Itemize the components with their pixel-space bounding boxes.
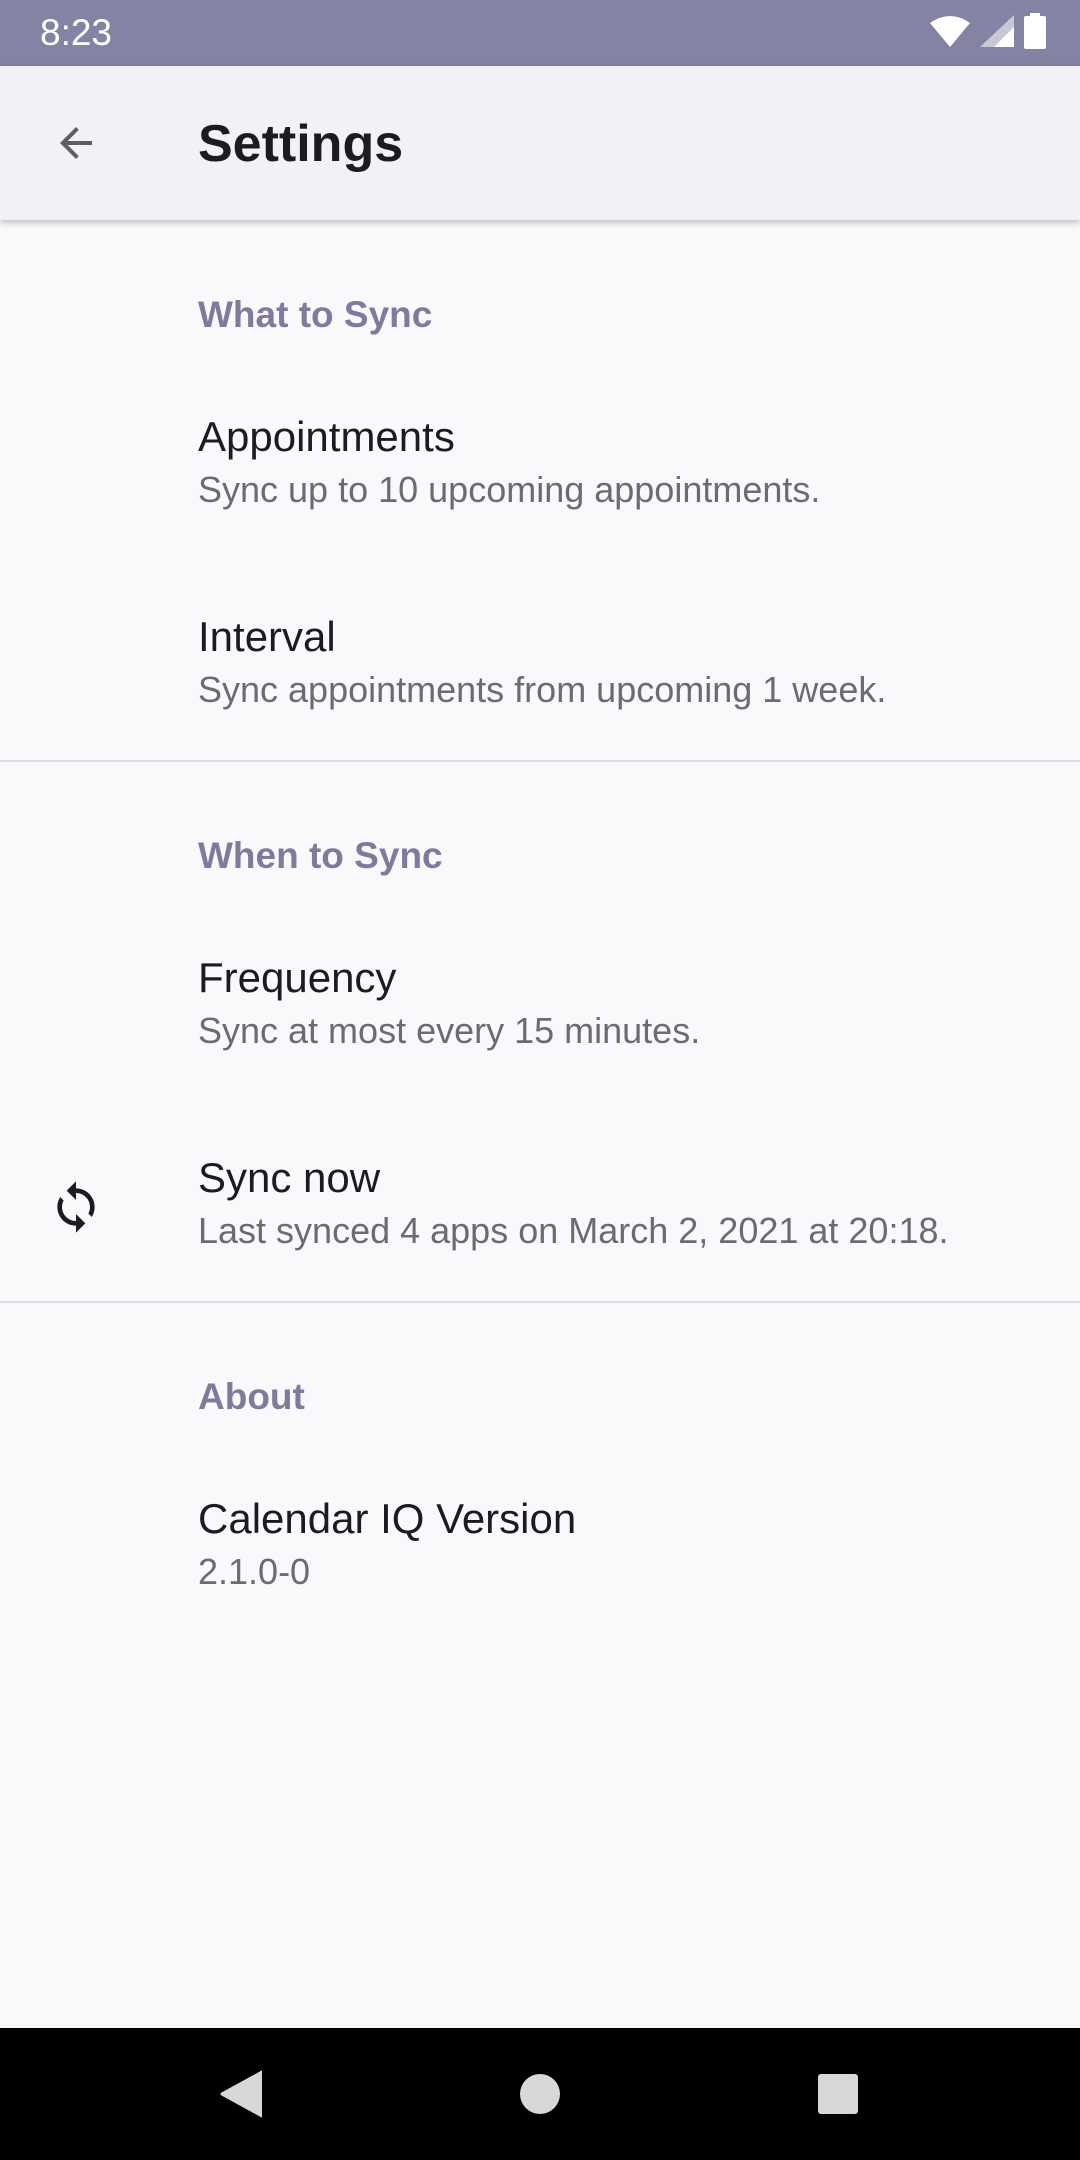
battery-icon — [1024, 12, 1046, 54]
pref-sync-now-title: Sync now — [198, 1154, 381, 1201]
status-bar: 8:23 — [0, 0, 1080, 66]
section-divider — [0, 760, 1080, 762]
pref-interval-title: Interval — [198, 613, 336, 660]
app-bar: Settings — [0, 66, 1080, 220]
nav-recents-button[interactable] — [778, 2028, 898, 2160]
status-time: 8:23 — [40, 12, 113, 53]
home-circle-icon — [520, 2074, 560, 2114]
pref-version[interactable]: Calendar IQ Version 2.1.0-0 — [0, 1494, 1080, 1694]
arrow-back-icon — [60, 127, 92, 159]
sync-icon — [48, 1179, 104, 1235]
back-button[interactable] — [36, 103, 116, 183]
pref-frequency-title: Frequency — [198, 954, 397, 1001]
section-divider — [0, 1301, 1080, 1303]
page-title: Settings — [198, 115, 404, 173]
pref-interval-summary: Sync appointments from upcoming 1 week. — [198, 669, 887, 710]
pref-frequency-summary: Sync at most every 15 minutes. — [198, 1010, 701, 1051]
back-triangle-icon — [220, 2070, 262, 2118]
system-nav-bar — [0, 2028, 1080, 2160]
pref-appointments-title: Appointments — [198, 413, 455, 460]
section-header-what-to-sync: What to Sync — [198, 294, 433, 335]
recents-square-icon — [818, 2074, 858, 2114]
cellular-signal-icon — [980, 14, 1014, 52]
pref-sync-now-summary: Last synced 4 apps on March 2, 2021 at 2… — [198, 1210, 949, 1251]
section-header-when-to-sync: When to Sync — [198, 835, 443, 876]
pref-version-summary: 2.1.0-0 — [198, 1551, 311, 1592]
section-header-about: About — [198, 1376, 305, 1417]
pref-frequency[interactable]: Frequency Sync at most every 15 minutes. — [0, 953, 1080, 1153]
pref-appointments[interactable]: Appointments Sync up to 10 upcoming appo… — [0, 412, 1080, 612]
status-icons — [930, 12, 1046, 54]
nav-back-button[interactable] — [180, 2028, 300, 2160]
pref-sync-now[interactable]: Sync now Last synced 4 apps on March 2, … — [0, 1153, 1080, 1353]
pref-appointments-summary: Sync up to 10 upcoming appointments. — [198, 469, 821, 510]
nav-home-button[interactable] — [480, 2028, 600, 2160]
pref-interval[interactable]: Interval Sync appointments from upcoming… — [0, 612, 1080, 812]
wifi-icon — [930, 15, 970, 52]
pref-version-title: Calendar IQ Version — [198, 1495, 577, 1542]
